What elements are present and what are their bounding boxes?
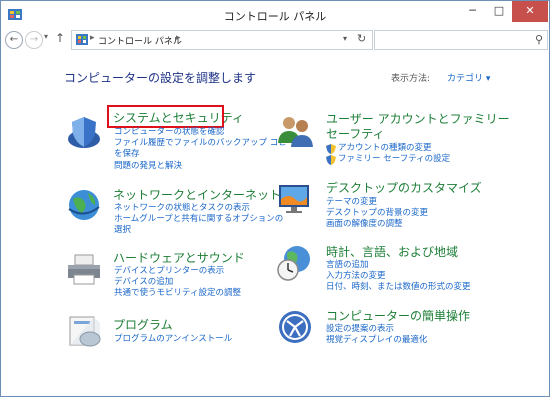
up-button[interactable]: ↑ [55, 31, 65, 45]
recent-locations-button[interactable]: ▾ [44, 32, 48, 41]
control-panel-window: コントロール パネル ─ □ ✕ ← → ▾ ↑ ▸ コントロール パネル ▸ … [0, 0, 550, 397]
network-link-homegroup[interactable]: ホームグループと共有に関するオプションの [114, 214, 283, 225]
ease-of-access-link[interactable]: コンピューターの簡単操作 [326, 307, 470, 324]
hardware-links: デバイスとプリンターの表示 デバイスの追加 共通で使うモビリティ設定の調整 [114, 266, 241, 300]
search-input[interactable]: ⚲ [374, 30, 548, 50]
breadcrumb-separator[interactable]: ▸ [176, 33, 181, 43]
system-security-links: コンピューターの状態を確認 ファイル履歴でファイルのバックアップ コピー を保存… [114, 127, 295, 172]
programs-links: プログラムのアンインストール [114, 334, 232, 345]
system-link-file-history-2[interactable]: を保存 [114, 149, 295, 160]
breadcrumb-separator[interactable]: ▸ [90, 33, 95, 43]
breadcrumb-control-panel[interactable]: コントロール パネル [98, 34, 182, 47]
ease-link-suggestions[interactable]: 設定の提案の表示 [326, 324, 427, 335]
network-globe-icon[interactable] [64, 185, 104, 225]
user-link-family-safety[interactable]: ファミリー セーフティの設定 [326, 154, 450, 166]
forward-button[interactable]: → [25, 31, 43, 49]
desktop-customize-link[interactable]: デスクトップのカスタマイズ [326, 179, 482, 196]
programs-link[interactable]: プログラム [113, 316, 173, 333]
programs-icon[interactable] [64, 311, 104, 351]
user-accounts-links: アカウントの種類の変更 ファミリー セーフティの設定 [326, 143, 450, 166]
user-link-change-account-type-label[interactable]: アカウントの種類の変更 [338, 143, 432, 153]
network-link-homegroup-2[interactable]: 選択 [114, 225, 283, 236]
printer-icon[interactable] [64, 249, 104, 289]
desktop-link-resolution[interactable]: 画面の解像度の調整 [326, 219, 428, 230]
clock-link-add-language[interactable]: 言語の追加 [326, 260, 471, 271]
address-row: ← → ▾ ↑ ▸ コントロール パネル ▸ ▾ ↻ ⚲ [1, 29, 549, 51]
title-bar: コントロール パネル ─ □ ✕ [1, 1, 549, 29]
desktop-links: テーマの変更 デスクトップの背景の変更 画面の解像度の調整 [326, 197, 428, 231]
desktop-link-theme[interactable]: テーマの変更 [326, 197, 428, 208]
clock-link-date-format[interactable]: 日付、時刻、または数値の形式の変更 [326, 282, 471, 293]
network-link-status[interactable]: ネットワークの状態とタスクの表示 [114, 203, 283, 214]
desktop-link-background[interactable]: デスクトップの背景の変更 [326, 208, 428, 219]
network-internet-link[interactable]: ネットワークとインターネット [113, 186, 281, 203]
view-by-dropdown[interactable]: カテゴリ ▾ [447, 71, 490, 84]
programs-link-uninstall[interactable]: プログラムのアンインストール [114, 334, 232, 345]
clock-link-input-method[interactable]: 入力方法の変更 [326, 271, 471, 282]
shield-icon[interactable] [64, 112, 104, 152]
view-by-label: 表示方法: [391, 74, 431, 84]
system-link-file-history[interactable]: ファイル履歴でファイルのバックアップ コピー [114, 138, 295, 149]
system-link-check-status[interactable]: コンピューターの状態を確認 [114, 127, 295, 138]
users-icon[interactable] [275, 111, 315, 151]
ease-link-display[interactable]: 視覚ディスプレイの最適化 [326, 335, 427, 346]
clock-links: 言語の追加 入力方法の変更 日付、時刻、または数値の形式の変更 [326, 260, 471, 294]
highlight-box [107, 105, 224, 128]
back-button[interactable]: ← [5, 31, 23, 49]
user-link-family-safety-label[interactable]: ファミリー セーフティの設定 [338, 154, 450, 164]
network-links: ネットワークの状態とタスクの表示 ホームグループと共有に関するオプションの 選択 [114, 203, 283, 237]
user-link-change-account-type[interactable]: アカウントの種類の変更 [326, 143, 450, 154]
ease-of-access-icon[interactable] [275, 307, 315, 347]
clock-language-region-link[interactable]: 時計、言語、および地域 [326, 243, 458, 260]
hardware-sound-link[interactable]: ハードウェアとサウンド [113, 249, 245, 266]
hardware-link-mobility[interactable]: 共通で使うモビリティ設定の調整 [114, 288, 241, 299]
search-icon[interactable]: ⚲ [535, 33, 543, 46]
user-accounts-link-line2[interactable]: セーフティ [326, 125, 385, 142]
page-title: コンピューターの設定を調整します [64, 71, 257, 85]
control-panel-icon [76, 34, 88, 45]
maximize-button[interactable]: □ [486, 1, 512, 22]
address-dropdown-button[interactable]: ▾ [343, 34, 347, 43]
minimize-button[interactable]: ─ [459, 1, 486, 22]
ease-links: 設定の提案の表示 視覚ディスプレイの最適化 [326, 324, 427, 346]
close-button[interactable]: ✕ [512, 1, 548, 22]
hardware-link-add-device[interactable]: デバイスの追加 [114, 277, 241, 288]
clock-globe-icon[interactable] [275, 243, 315, 283]
desktop-monitor-icon[interactable] [275, 179, 315, 219]
refresh-button[interactable]: ↻ [357, 32, 366, 45]
hardware-link-devices-printers[interactable]: デバイスとプリンターの表示 [114, 266, 241, 277]
uac-shield-icon [326, 144, 336, 154]
system-link-troubleshoot[interactable]: 問題の発見と解決 [114, 161, 295, 172]
address-bar[interactable]: ▸ コントロール パネル ▸ ▾ ↻ [71, 30, 373, 50]
uac-shield-icon [326, 155, 336, 166]
